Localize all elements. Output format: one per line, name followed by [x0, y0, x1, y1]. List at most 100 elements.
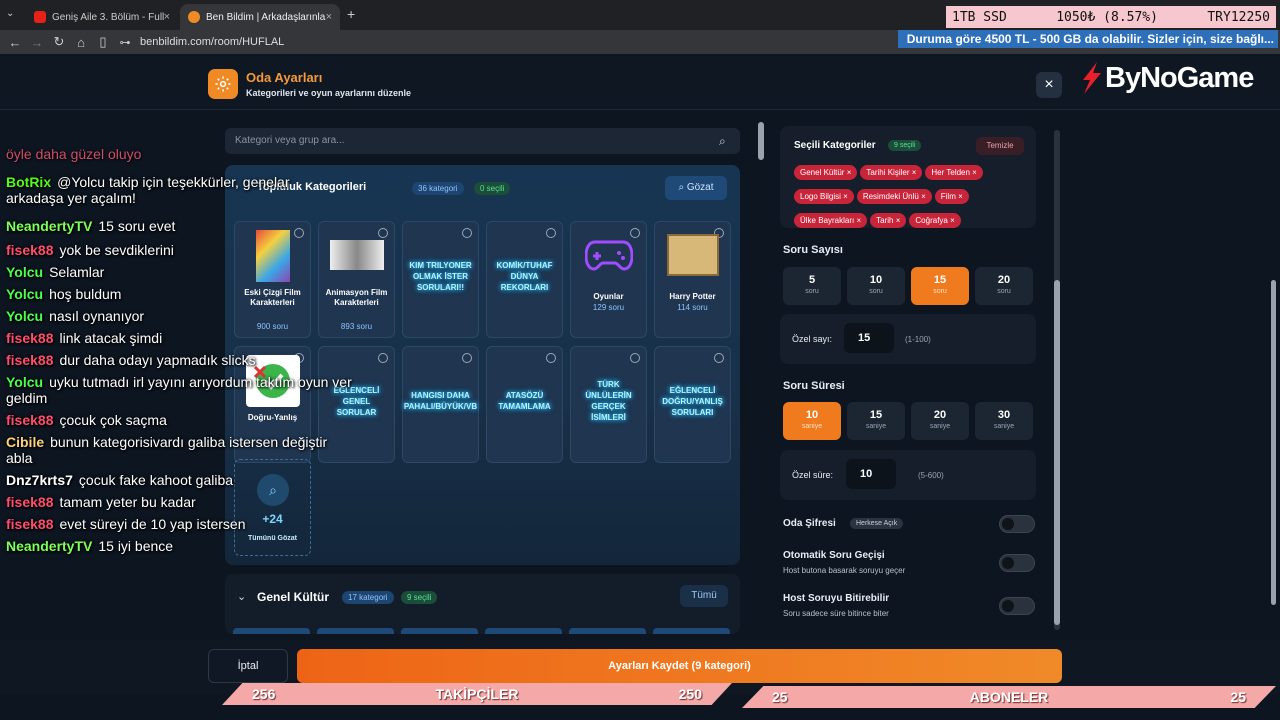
youtube-icon: [34, 11, 46, 23]
auto-next-toggle[interactable]: [999, 554, 1035, 572]
category-card[interactable]: Harry Potter 114 soru: [654, 221, 731, 338]
option-unit: soru: [997, 288, 1011, 295]
chip-label: Film: [940, 192, 956, 201]
remove-chip-icon[interactable]: ×: [919, 192, 926, 201]
chevron-down-icon[interactable]: ⌄: [237, 590, 246, 603]
question-count-option[interactable]: 5 soru: [783, 267, 841, 305]
selected-categories-box: Seçili Kategoriler 9 seçili Temizle Gene…: [780, 126, 1036, 228]
sidebar-icon[interactable]: ▯: [92, 34, 114, 50]
chat-username[interactable]: fisek88: [6, 242, 53, 258]
custom-time-input[interactable]: 10: [846, 459, 896, 489]
chip-label: Genel Kültür: [800, 168, 845, 177]
chat-username[interactable]: fisek88: [6, 494, 53, 510]
category-card[interactable]: KOMİK/TUHAF DÜNYA REKORLARI: [486, 221, 563, 338]
chat-message: Dnz7krts7 çocuk fake kahoot galiba: [6, 472, 233, 488]
chat-username[interactable]: Yolcu: [6, 308, 43, 324]
host-end-toggle[interactable]: [999, 597, 1035, 615]
tab-list-icon[interactable]: ⌄: [6, 8, 14, 19]
category-card[interactable]: ATASÖZÜ TAMAMLAMA: [486, 346, 563, 463]
chat-message: fisek88 çocuk çok saçma: [6, 412, 167, 428]
remove-chip-icon[interactable]: ×: [948, 216, 955, 225]
chat-username[interactable]: Yolcu: [6, 374, 43, 390]
remove-chip-icon[interactable]: ×: [956, 192, 963, 201]
category-card[interactable]: Oyunlar 129 soru: [570, 221, 647, 338]
site-info-icon[interactable]: ⊶: [114, 36, 136, 49]
chat-message: Yolcu nasıl oynanıyor: [6, 308, 144, 324]
remove-chip-icon[interactable]: ×: [841, 192, 848, 201]
chat-username[interactable]: fisek88: [6, 412, 53, 428]
chat-username[interactable]: NeandertyTV: [6, 538, 92, 554]
card-neon-title: KOMİK/TUHAF DÜNYA REKORLARI: [496, 260, 553, 292]
all-button[interactable]: Tümü: [680, 585, 728, 607]
search-icon[interactable]: ⌕: [719, 134, 726, 149]
selected-chip[interactable]: Film ×: [934, 189, 969, 204]
category-card[interactable]: KIM TRILYONER OLMAK İSTER SORULARI!!: [402, 221, 479, 338]
question-count-option[interactable]: 15 soru: [911, 267, 969, 305]
selected-chip[interactable]: Genel Kültür ×: [794, 165, 858, 180]
question-time-option[interactable]: 10 saniye: [783, 402, 841, 440]
chat-username[interactable]: fisek88: [6, 352, 53, 368]
browse-button[interactable]: ⌕ Gözat: [665, 176, 727, 200]
right-scrollbar[interactable]: [1054, 280, 1060, 625]
browser-tab-youtube[interactable]: Geniş Aile 3. Bölüm - Full Bölüm ×: [26, 4, 178, 30]
close-tab-icon[interactable]: ×: [164, 11, 170, 23]
chat-text: yok be sevdiklerini: [59, 242, 174, 258]
chat-username[interactable]: Cibile: [6, 434, 44, 450]
followers-right: 250: [678, 686, 702, 702]
chat-username[interactable]: fisek88: [6, 516, 53, 532]
chat-username[interactable]: fisek88: [6, 330, 53, 346]
page-scrollbar[interactable]: [1271, 280, 1276, 605]
remove-chip-icon[interactable]: ×: [854, 216, 861, 225]
chat-text: link atacak şimdi: [59, 330, 163, 346]
custom-time-range: (5-600): [918, 471, 944, 480]
question-time-option[interactable]: 15 saniye: [847, 402, 905, 440]
home-icon[interactable]: ⌂: [70, 35, 92, 50]
browser-tab-benbildim[interactable]: Ben Bildim | Arkadaşlarınla Onl ×: [180, 4, 340, 30]
remove-chip-icon[interactable]: ×: [894, 216, 901, 225]
chat-text: nasıl oynanıyor: [49, 308, 145, 324]
modal-close-button[interactable]: ×: [1036, 72, 1062, 98]
chat-username[interactable]: Yolcu: [6, 264, 43, 280]
remove-chip-icon[interactable]: ×: [844, 168, 852, 177]
category-card[interactable]: HANGISI DAHA PAHALI/BÜYÜK/VB: [402, 346, 479, 463]
forward-icon[interactable]: →: [26, 35, 48, 50]
save-settings-button[interactable]: Ayarları Kaydet (9 kategori): [297, 649, 1062, 683]
subscribers-right: 25: [1230, 689, 1246, 705]
cancel-button[interactable]: İptal: [208, 649, 288, 683]
custom-count-input[interactable]: 15: [844, 323, 894, 353]
tab-title: Ben Bildim | Arkadaşlarınla Onl: [206, 11, 326, 23]
chat-text-wrap: geldim: [6, 390, 48, 406]
address-bar[interactable]: benbildim.com/room/HUFLAL: [140, 36, 284, 48]
reload-icon[interactable]: ↻: [48, 34, 70, 50]
question-count-option[interactable]: 10 soru: [847, 267, 905, 305]
back-icon[interactable]: ←: [4, 35, 26, 50]
chat-username[interactable]: BotRix: [6, 174, 51, 190]
question-time-option[interactable]: 30 saniye: [975, 402, 1033, 440]
question-count-option[interactable]: 20 soru: [975, 267, 1033, 305]
modal-subtitle: Kategorileri ve oyun ayarlarını düzenle: [246, 88, 412, 98]
selected-chip[interactable]: Tarih ×: [870, 213, 907, 228]
option-value: 10: [805, 409, 819, 421]
option-value: 10: [869, 274, 883, 286]
category-card[interactable]: TÜRK ÜNLÜLERİN GERÇEK İSİMLERİ: [570, 346, 647, 463]
clear-button[interactable]: Temizle: [976, 137, 1024, 155]
question-time-option[interactable]: 20 saniye: [911, 402, 969, 440]
chat-username[interactable]: Dnz7krts7: [6, 472, 73, 488]
new-tab-button[interactable]: +: [347, 6, 355, 22]
close-tab-icon[interactable]: ×: [326, 11, 332, 23]
selected-chip[interactable]: Logo Bilgisi ×: [794, 189, 854, 204]
group-card-edge: [317, 628, 394, 634]
selected-chip[interactable]: Coğrafya ×: [909, 213, 961, 228]
selected-chip[interactable]: Her Telden ×: [925, 165, 983, 180]
category-card[interactable]: EĞLENCELİ DOĞRU/YANLIŞ SORULARI: [654, 346, 731, 463]
left-scrollbar[interactable]: [758, 122, 764, 160]
chat-username[interactable]: NeandertyTV: [6, 218, 92, 234]
selected-chip[interactable]: Ülke Bayrakları ×: [794, 213, 868, 228]
selected-chip[interactable]: Resimdeki Ünlü ×: [856, 189, 932, 204]
ticker-item: TRY12250: [1207, 9, 1270, 25]
remove-chip-icon[interactable]: ×: [910, 168, 917, 177]
chat-username[interactable]: Yolcu: [6, 286, 43, 302]
password-toggle[interactable]: [999, 515, 1035, 533]
remove-chip-icon[interactable]: ×: [970, 168, 977, 177]
selected-chip[interactable]: Tarihi Kişiler ×: [860, 165, 923, 180]
